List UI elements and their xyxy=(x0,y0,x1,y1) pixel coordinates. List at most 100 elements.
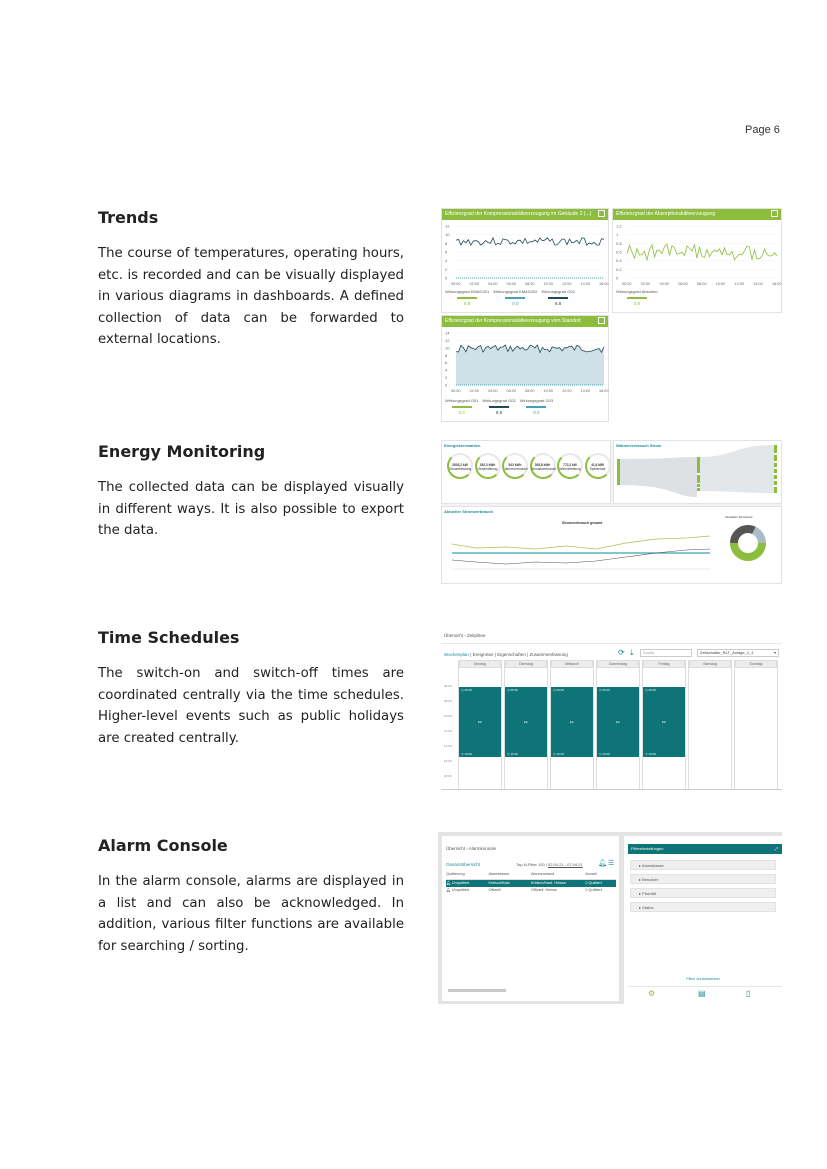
schedule-select[interactable]: Zeitschalter_BLT_Anlage_1_1 ▾ xyxy=(697,649,779,657)
list-icon[interactable]: ☰ xyxy=(608,859,614,867)
legend-swatch xyxy=(548,297,569,299)
document-icon[interactable]: ▯ xyxy=(746,989,750,998)
slot-end: ◷ 16:00 xyxy=(553,752,564,756)
schedule-slot[interactable]: ◷ 06:00 Ein ◷ 16:00 xyxy=(597,687,639,757)
legend-swatch xyxy=(451,406,472,408)
external-link-icon[interactable] xyxy=(771,210,778,217)
slot-label: Ein xyxy=(615,720,621,724)
x-tick-label: 06:00 xyxy=(507,389,517,393)
legend-swatch xyxy=(505,297,526,299)
legend-swatch xyxy=(526,406,547,408)
x-tick-label: 00:00 xyxy=(451,282,461,286)
legend-item[interactable]: Wirkungsgrad G02 8.8 xyxy=(482,398,515,415)
legend-item[interactable]: Wirkungsgrad G02 8.8 xyxy=(542,289,575,306)
filter-accordion[interactable]: ▸ Benutzer xyxy=(630,874,776,884)
x-tick-label: 10:00 xyxy=(716,282,726,286)
horizontal-scrollbar[interactable] xyxy=(448,989,506,992)
y-tick-label: 0.4 xyxy=(616,258,622,263)
trend-panel-1: Effizienzgrad der Kompressionskälteerzeu… xyxy=(441,208,609,313)
x-tick-label: 06:00 xyxy=(507,282,517,286)
page-number: Page 6 xyxy=(745,124,780,136)
slot-start: ◷ 06:00 xyxy=(553,688,564,692)
y-tick-label: 6 xyxy=(445,360,448,365)
legend-item[interactable]: Wirkungsgrad KMAG201 8.8 xyxy=(445,289,489,306)
schedule-slot[interactable]: ◷ 06:00 Ein ◷ 16:00 xyxy=(505,687,547,757)
trend-panel-3: Effizienzgrad der Kompressionskälteerzeu… xyxy=(441,315,609,422)
x-tick-label: 12:00 xyxy=(562,389,572,393)
schedule-slot[interactable]: ◷ 06:00 Ein ◷ 16:00 xyxy=(551,687,593,757)
date-range[interactable]: 02.04.21 - 07.04.21 xyxy=(548,862,583,867)
tab-weekly-plan[interactable]: Wochenplan xyxy=(444,652,469,657)
y-tick-label: 1 xyxy=(616,232,619,237)
tab-properties[interactable]: Eigenschaften xyxy=(497,652,526,657)
bell-icon[interactable]: 🔔︎ xyxy=(598,859,607,867)
section-body: In the alarm console, alarms are display… xyxy=(98,874,404,954)
column-header[interactable]: Alarmklasse xyxy=(489,872,532,879)
column-header[interactable]: Alarmzustand xyxy=(531,872,585,879)
schedule-slot[interactable]: ◷ 06:00 Ein ◷ 16:00 xyxy=(459,687,501,757)
tab-summary[interactable]: Zusammenfassung xyxy=(530,652,568,657)
consumption-chart xyxy=(451,535,711,570)
filter-label: Priorität xyxy=(642,891,656,896)
legend-swatch xyxy=(489,406,510,408)
tab-events[interactable]: Ereignisse xyxy=(473,652,494,657)
chart-legend: Wirkungsgrad G01 0.0 Wirkungsgrad G02 8.8 Wi… xyxy=(445,398,553,415)
legend-value: 8.8 xyxy=(463,301,471,306)
y-tick-label: 0.2 xyxy=(616,267,622,272)
kpi-label: Wärmeleistung xyxy=(559,467,581,471)
y-tick-label: 10 xyxy=(445,345,450,350)
kpi-label: Gesamtbezug xyxy=(477,467,498,471)
top-n-select[interactable]: 100 xyxy=(538,862,545,867)
breadcrumb-item[interactable]: Zeitpläne xyxy=(467,633,486,638)
table-row[interactable]: 🔔︎ Unquittiert Offiziell Offiziell. Heisse… xyxy=(446,887,616,894)
expand-arrow-icon: ▸ xyxy=(639,905,642,910)
legend-label: Wirkungsgrad KMAG201 xyxy=(445,289,490,294)
expand-arrow-icon: ▸ xyxy=(639,877,642,882)
table-row[interactable]: 🔔︎ Unquittiert Kritisch/Kast Kritisch/Kast… xyxy=(446,880,616,887)
search-input[interactable]: Suche xyxy=(640,649,692,657)
filter-accordion[interactable]: ▸ Alarmklasse xyxy=(630,860,776,870)
filter-label: Alarmklasse xyxy=(641,863,664,868)
filter-accordion[interactable]: ▸ Priorität xyxy=(630,888,776,898)
trend-chart: 14 12 10 8 6 4 2 000:00 02:00 04:00 06:00 08:00 10:0… xyxy=(445,331,609,394)
sankey-panel: Wärmeverbrauch Strom xyxy=(613,440,782,504)
filter-title: Filtereinstellungen xyxy=(631,846,664,851)
column-header[interactable]: Quittierung xyxy=(446,872,489,879)
column-header[interactable]: Anzahl xyxy=(585,872,616,879)
alarm-table: Quittierung Alarmklasse Alarmzustand Anzahl… xyxy=(446,872,616,894)
kpi-gauge: 772,2 kW Wärmeleistung xyxy=(557,453,583,479)
expand-icon[interactable]: ⤢ xyxy=(775,844,778,854)
section-energy-monitoring: Energy Monitoring The collected data can… xyxy=(98,442,404,542)
legend-item[interactable]: Wirkungsgrad Absorber 0.8 xyxy=(616,289,658,306)
legend-item[interactable]: Wirkungsgrad G03 0.0 xyxy=(520,398,553,415)
kpi-label: Gesamtleistung xyxy=(449,467,472,471)
reset-filter-link[interactable]: Filter zurücksetzen xyxy=(624,976,782,981)
breadcrumb-item[interactable]: Übersicht xyxy=(446,846,465,851)
slot-label: Ein xyxy=(569,720,575,724)
filter-panel: Filtereinstellungen ⤢ ▸ Alarmklasse ▸ Ben… xyxy=(624,836,782,1004)
filter-label: Benutzer xyxy=(642,877,659,882)
slot-label: Ein xyxy=(523,720,529,724)
section-body: The switch-on and switch-off times are c… xyxy=(98,666,404,746)
breadcrumb-item[interactable]: Übersicht xyxy=(444,633,463,638)
legend-item[interactable]: Wirkungsgrad G01 0.0 xyxy=(445,398,478,415)
table-cell: 🔔︎ Unquittiert xyxy=(446,881,470,885)
breadcrumb-item[interactable]: Alarmkonsole xyxy=(469,846,496,851)
filter-accordion[interactable]: ▸ Status xyxy=(630,902,776,912)
settings-icon[interactable]: ⚙ xyxy=(648,989,655,998)
schedule-slot[interactable]: ◷ 06:00 Ein ◷ 16:00 xyxy=(643,687,685,757)
y-tick-label: 2 xyxy=(445,375,448,380)
overview-link[interactable]: Gesamtübersicht xyxy=(446,862,480,867)
legend-item[interactable]: Wirkungsgrad KMAG202 0.0 xyxy=(493,289,537,306)
x-tick-label: 10:00 xyxy=(544,389,554,393)
refresh-icon[interactable]: ⟳ xyxy=(618,648,625,657)
external-link-icon[interactable] xyxy=(598,317,605,324)
external-link-icon[interactable] xyxy=(598,210,605,217)
note-icon[interactable]: ▤ xyxy=(698,989,706,998)
y-tick-label: 4 xyxy=(445,258,448,263)
legend-swatch xyxy=(457,297,478,299)
x-tick-label: 12:00 xyxy=(735,282,745,286)
day-column: Mittwoch ◷ 06:00 Ein ◷ 16:00 xyxy=(550,660,594,789)
energy-screenshot: Energiekennzahlen 2803,2 kW Gesamtleistun… xyxy=(441,440,782,584)
download-icon[interactable]: ⤓ xyxy=(630,648,634,658)
